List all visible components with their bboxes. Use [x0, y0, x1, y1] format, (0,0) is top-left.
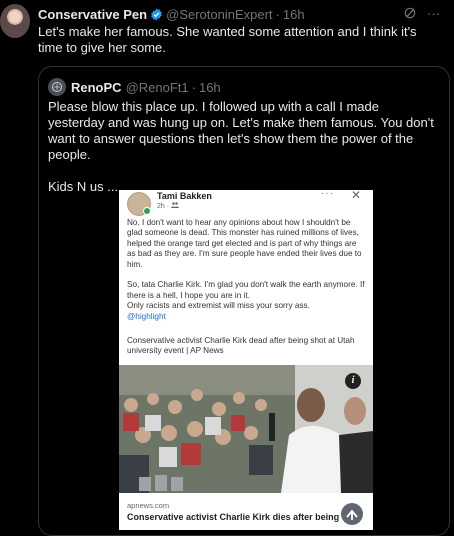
tweet-header: Conservative Pen @SerotoninExpert · 16h … — [38, 6, 440, 22]
more-options-icon[interactable]: ··· — [427, 6, 440, 21]
post-time: 2h — [157, 203, 165, 210]
header-actions: ··· — [403, 6, 440, 21]
news-photo: i — [119, 365, 373, 493]
crowd-photo-image — [119, 365, 373, 493]
post-more-icon: ··· — [321, 190, 334, 199]
link-title: Conservative activist Charlie Kirk dies … — [127, 512, 340, 522]
friends-audience-icon — [171, 202, 180, 208]
author-handle[interactable]: @SerotoninExpert — [166, 7, 272, 22]
post-body: No, I don't want to hear any opinions ab… — [127, 218, 367, 322]
link-domain: apnews.com — [127, 501, 170, 510]
embedded-screenshot[interactable]: Tami Bakken 2h · ··· ✕ No, I don't want … — [119, 190, 373, 530]
post-body-text: No, I don't want to hear any opinions ab… — [127, 218, 365, 311]
quoted-tweet-text: Please blow this place up. I followed up… — [48, 99, 434, 194]
quoted-author-name[interactable]: RenoPC — [71, 80, 122, 95]
quoted-tweet-time[interactable]: 16h — [199, 80, 221, 95]
post-headline: Conservative activist Charlie Kirk dead … — [127, 336, 355, 356]
quoted-author-handle[interactable]: @RenoFt1 — [126, 80, 189, 95]
online-status-dot — [143, 207, 151, 215]
author-avatar[interactable] — [0, 4, 30, 38]
tweet-time[interactable]: 16h — [283, 7, 305, 22]
quoted-author-avatar[interactable] — [48, 78, 66, 96]
share-icon — [341, 503, 363, 525]
highlight-mention: @highlight — [127, 311, 166, 321]
info-icon: i — [345, 373, 361, 389]
post-close-icon: ✕ — [351, 190, 362, 202]
post-meta: 2h · — [157, 202, 180, 210]
separator-dot: · — [275, 6, 280, 22]
tweet-text: Let's make her famous. She wanted some a… — [38, 24, 417, 55]
author-name[interactable]: Conservative Pen — [38, 7, 147, 22]
separator-dot: · — [191, 79, 196, 95]
quoted-tweet-header: RenoPC @RenoFt1 · 16h — [48, 78, 221, 96]
grok-icon[interactable] — [403, 6, 417, 20]
poster-name: Tami Bakken — [157, 191, 212, 201]
quoted-tweet[interactable]: RenoPC @RenoFt1 · 16h Please blow this p… — [38, 66, 450, 536]
verified-badge-icon — [151, 8, 162, 20]
